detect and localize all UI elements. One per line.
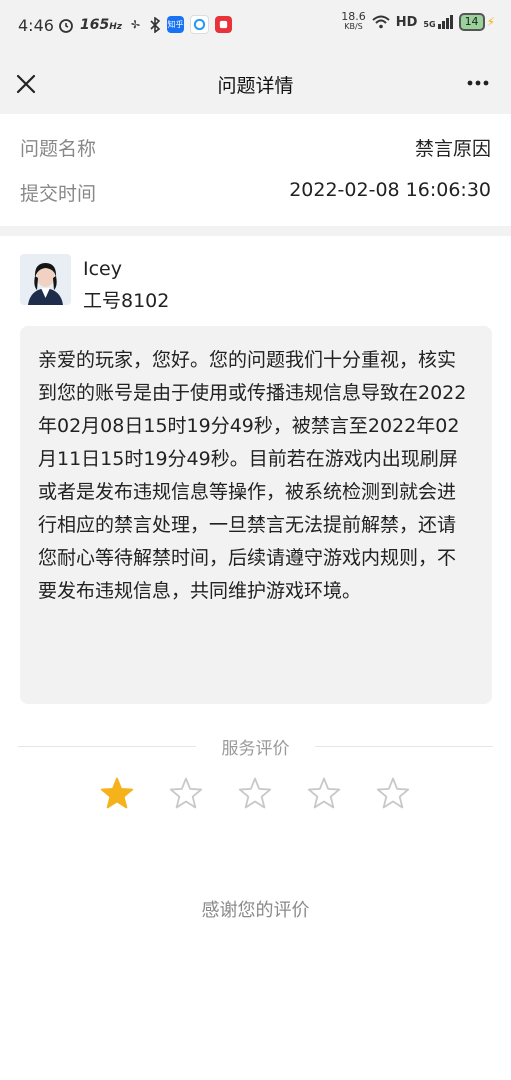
star-filled-icon[interactable] (100, 777, 134, 811)
agent-name: Icey (83, 258, 122, 280)
agent-header: Icey 工号8102 (20, 254, 490, 312)
top-nav-bar: 问题详情 (0, 54, 511, 114)
star-empty-icon[interactable] (307, 777, 341, 811)
status-time: 4:46 (18, 16, 54, 35)
reply-message: 亲爱的玩家，您好。您的问题我们十分重视，核实到您的账号是由于使用或传播违规信息导… (20, 326, 492, 704)
status-left-icons: 165Hz 知乎 (58, 15, 233, 34)
star-empty-icon[interactable] (238, 777, 272, 811)
star-empty-icon[interactable] (169, 777, 203, 811)
avatar (20, 254, 71, 305)
submit-time-value: 2022-02-08 16:06:30 (289, 179, 491, 201)
page-title: 问题详情 (217, 75, 294, 97)
agent-id: 工号8102 (83, 290, 170, 312)
charging-icon: ⚡ (486, 15, 495, 29)
more-options-button[interactable] (465, 70, 491, 102)
submit-time-row: 提交时间 2022-02-08 16:06:30 (20, 179, 491, 219)
red-app-icon (215, 16, 233, 33)
bluetooth-icon (150, 16, 161, 33)
network-label: 5G (423, 15, 453, 29)
wifi-icon (372, 15, 390, 29)
net-speed: 18.6 KB/S (341, 10, 366, 31)
status-right-icons: 18.6 KB/S HD 5G 14 ⚡ (341, 10, 495, 32)
battery-level: 14 (458, 13, 485, 31)
separator-line-right (315, 746, 493, 747)
battery-indicator: 14 ⚡ (458, 13, 495, 31)
alarm-icon (59, 18, 73, 33)
issue-name-value: 禁言原因 (414, 138, 491, 160)
section-divider (0, 226, 511, 236)
status-bar: 4:46 165Hz 知乎 18.6 KB/S HD 5G 14 ⚡ (0, 0, 511, 54)
fan-icon (131, 19, 140, 29)
star-rating (100, 777, 420, 817)
issue-name-row: 问题名称 禁言原因 (20, 134, 491, 174)
rating-separator: 服务评价 (18, 734, 493, 759)
zhihu-app-icon: 知乎 (167, 16, 185, 33)
more-icon (467, 80, 489, 86)
hd-label: HD (395, 14, 418, 30)
star-empty-icon[interactable] (376, 777, 410, 811)
issue-name-label: 问题名称 (20, 138, 97, 160)
refresh-rate: 165Hz (80, 16, 123, 33)
submit-time-label: 提交时间 (20, 183, 97, 205)
qq-browser-icon (190, 15, 210, 34)
issue-info: 问题名称 禁言原因 提交时间 2022-02-08 16:06:30 (0, 114, 511, 226)
thanks-text: 感谢您的评价 (201, 900, 310, 921)
